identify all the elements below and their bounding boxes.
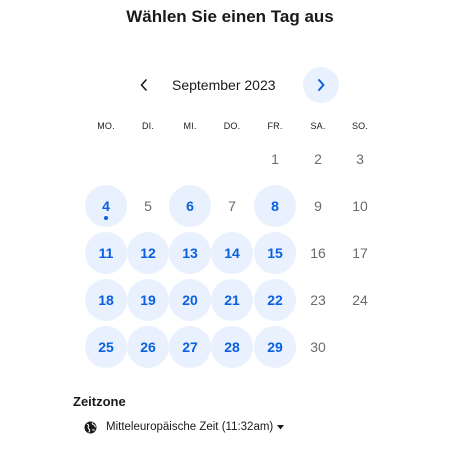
calendar-day-unavailable: 9 [297,185,339,227]
chevron-right-icon [318,79,325,91]
calendar-day-available[interactable]: 6 [169,185,211,227]
day-number: 22 [267,292,283,308]
weekday-label: MI. [183,121,197,131]
weekday-label: DO. [223,121,241,131]
calendar-day-available[interactable]: 4 [85,185,127,227]
day-number: 11 [98,245,114,261]
weekday-label: SO. [351,121,369,131]
calendar-day-unavailable: 2 [297,138,339,180]
day-number: 28 [224,339,240,355]
previous-month-button[interactable] [131,68,157,102]
today-indicator-dot [104,216,108,220]
calendar-day-available[interactable]: 28 [211,326,253,368]
calendar-day-available[interactable]: 18 [85,279,127,321]
chevron-left-icon [140,79,147,91]
day-number: 13 [182,245,198,261]
day-number: 9 [314,198,322,214]
calendar-day-available[interactable]: 15 [254,232,296,274]
caret-down-icon [277,424,285,430]
day-number: 27 [182,339,198,355]
day-number: 25 [98,339,114,355]
day-number: 7 [228,198,236,214]
day-number: 8 [271,198,279,214]
month-navigation: September 2023 [0,67,460,103]
timezone-heading: Zeitzone [73,394,126,409]
day-number: 6 [186,198,194,214]
weekday-label: DI. [141,121,155,131]
page-title: Wählen Sie einen Tag aus [126,7,334,26]
day-number: 20 [182,292,198,308]
calendar-day-unavailable: 1 [254,138,296,180]
day-number: 10 [352,198,368,214]
calendar-day-available[interactable]: 29 [254,326,296,368]
calendar-day-unavailable: 3 [339,138,381,180]
weekday-label: SA. [310,121,326,131]
month-label: September 2023 [172,77,276,93]
next-month-button[interactable] [303,67,339,103]
calendar-day-unavailable: 16 [297,232,339,274]
day-number: 1 [271,151,279,167]
calendar-day-available[interactable]: 11 [85,232,127,274]
calendar-day-unavailable: 23 [297,279,339,321]
calendar-day-unavailable: 30 [297,326,339,368]
calendar-day-unavailable: 10 [339,185,381,227]
day-number: 18 [98,292,114,308]
day-number: 17 [352,245,368,261]
weekday-label: FR. [267,121,283,131]
day-number: 24 [352,292,368,308]
calendar-day-available[interactable]: 27 [169,326,211,368]
day-number: 16 [310,245,326,261]
day-number: 29 [267,339,283,355]
calendar-day-available[interactable]: 12 [127,232,169,274]
calendar-day-available[interactable]: 21 [211,279,253,321]
timezone-value: Mitteleuropäische Zeit (11:32am) [106,421,274,433]
calendar-day-unavailable: 5 [127,185,169,227]
calendar-day-available[interactable]: 26 [127,326,169,368]
timezone-selector[interactable]: Mitteleuropäische Zeit (11:32am) [84,417,285,437]
day-number: 26 [140,339,156,355]
calendar-day-available[interactable]: 22 [254,279,296,321]
calendar-day-available[interactable]: 13 [169,232,211,274]
day-number: 23 [310,292,326,308]
calendar-day-available[interactable]: 25 [85,326,127,368]
day-number: 30 [310,339,326,355]
calendar-day-available[interactable]: 14 [211,232,253,274]
calendar-day-available[interactable]: 20 [169,279,211,321]
day-number: 4 [102,198,110,214]
calendar-day-available[interactable]: 19 [127,279,169,321]
calendar-day-unavailable: 7 [211,185,253,227]
weekday-label: MO. [97,121,115,131]
calendar-day-unavailable: 17 [339,232,381,274]
day-number: 21 [224,292,240,308]
calendar-day-unavailable: 24 [339,279,381,321]
day-number: 15 [267,245,283,261]
day-number: 14 [224,245,240,261]
day-number: 5 [144,198,152,214]
day-number: 12 [140,245,156,261]
calendar-day-available[interactable]: 8 [254,185,296,227]
day-number: 3 [356,151,364,167]
day-number: 19 [140,292,156,308]
day-number: 2 [314,151,322,167]
globe-icon [84,421,97,434]
